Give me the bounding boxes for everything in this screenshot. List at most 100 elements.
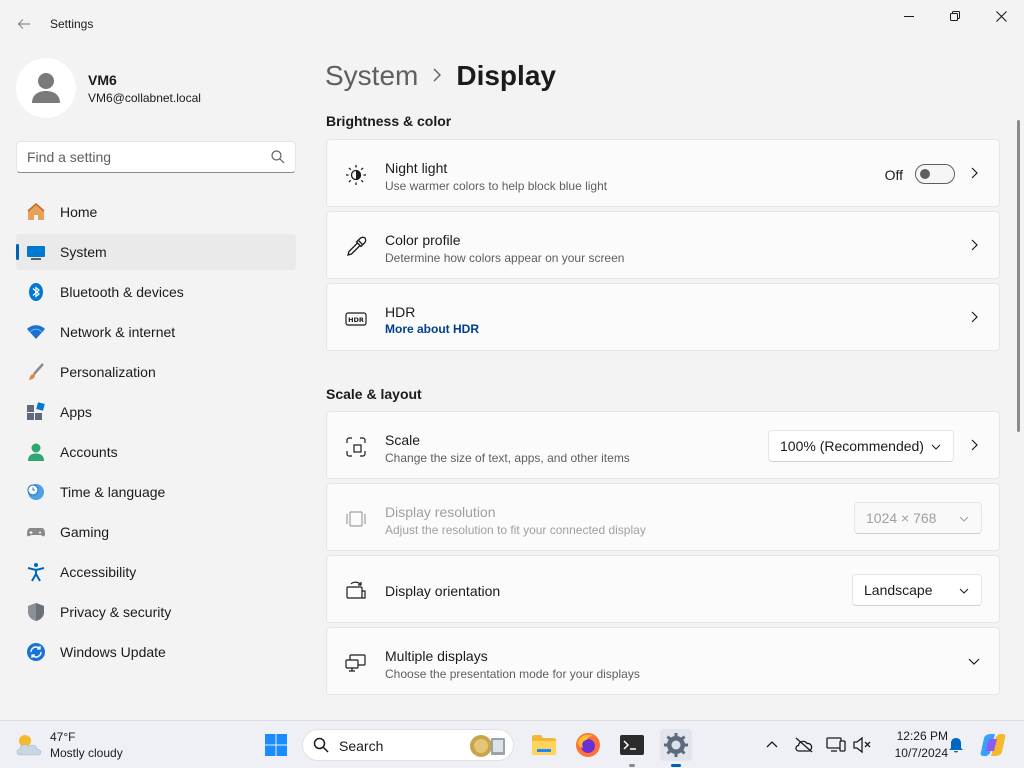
card-title: Scale — [385, 432, 421, 448]
find-setting-search[interactable] — [16, 141, 296, 173]
search-input[interactable] — [17, 142, 257, 172]
chevron-up-icon — [766, 741, 778, 748]
color-profile-card[interactable]: Color profile Determine how colors appea… — [326, 211, 1000, 279]
cloud-offline-icon — [795, 737, 813, 753]
weather-widget[interactable]: 47°F Mostly cloudy — [14, 729, 144, 761]
sidebar-item-personalization[interactable]: Personalization — [16, 354, 296, 390]
cloudy-weather-icon — [16, 735, 42, 756]
breadcrumb-chevron-icon — [432, 66, 442, 87]
firefox-button[interactable] — [572, 729, 604, 761]
clock[interactable]: 12:26 PM 10/7/2024 — [878, 728, 948, 762]
close-button[interactable] — [978, 0, 1024, 32]
search-icon[interactable] — [271, 150, 285, 164]
more-about-hdr-link[interactable]: More about HDR — [385, 322, 479, 336]
windows-logo-icon — [265, 734, 287, 756]
multiple-displays-icon — [345, 652, 367, 674]
sidebar-item-label: Windows Update — [60, 644, 166, 660]
person-icon — [32, 73, 60, 103]
brush-icon — [26, 362, 46, 382]
taskbar-search[interactable]: Search — [302, 729, 514, 761]
brightness-icon — [345, 164, 367, 186]
display-resolution-card: Display resolution Adjust the resolution… — [326, 483, 1000, 551]
sidebar-item-gaming[interactable]: Gaming — [16, 514, 296, 550]
card-title: Display orientation — [385, 583, 501, 599]
resolution-dropdown-value: 1024 × 768 — [866, 510, 937, 526]
card-description: Use warmer colors to help block blue lig… — [385, 179, 608, 193]
card-title: Display resolution — [385, 504, 496, 520]
breadcrumb-parent[interactable]: System — [325, 60, 418, 92]
orientation-dropdown[interactable]: Landscape — [852, 574, 982, 606]
restore-button[interactable] — [932, 0, 978, 32]
content-scrollbar[interactable] — [1017, 120, 1020, 432]
gamepad-icon — [26, 522, 46, 542]
sidebar-item-label: System — [60, 244, 107, 260]
sidebar-item-label: Accounts — [60, 444, 118, 460]
search-icon — [313, 737, 329, 753]
section-title-brightness: Brightness & color — [326, 113, 452, 129]
sidebar-item-label: Network & internet — [60, 324, 176, 340]
hdr-icon: HDR — [345, 308, 367, 330]
hdr-card[interactable]: HDR HDR More about HDR — [326, 283, 1000, 351]
chevron-down-icon[interactable] — [967, 654, 981, 668]
sidebar-item-home[interactable]: Home — [16, 194, 296, 230]
card-description: Adjust the resolution to fit your connec… — [385, 523, 646, 537]
user-profile[interactable]: VM6 VM6@collabnet.local — [16, 58, 296, 118]
shield-icon — [26, 602, 46, 622]
scale-dropdown[interactable]: 100% (Recommended) — [768, 430, 954, 462]
sidebar-item-bluetooth[interactable]: Bluetooth & devices — [16, 274, 296, 310]
card-title: HDR — [385, 304, 416, 320]
show-hidden-icons-button[interactable] — [760, 733, 784, 757]
close-icon — [995, 10, 1007, 22]
weather-description: Mostly cloudy — [50, 746, 123, 760]
notifications-button[interactable] — [944, 733, 968, 757]
account-icon — [26, 442, 46, 462]
sidebar-item-network[interactable]: Network & internet — [16, 314, 296, 350]
card-title: Night light — [385, 160, 448, 176]
night-light-toggle[interactable] — [915, 164, 955, 184]
sidebar-item-accessibility[interactable]: Accessibility — [16, 554, 296, 590]
chevron-down-icon — [959, 588, 969, 594]
settings-taskbar-button[interactable] — [660, 729, 692, 767]
sidebar-item-time-language[interactable]: Time & language — [16, 474, 296, 510]
minimize-icon — [904, 16, 914, 17]
multiple-displays-card[interactable]: Multiple displays Choose the presentatio… — [326, 627, 1000, 695]
chevron-right-icon — [971, 239, 978, 251]
sidebar-item-windows-update[interactable]: Windows Update — [16, 634, 296, 670]
clock-date: 10/7/2024 — [894, 746, 948, 760]
scale-card[interactable]: Scale Change the size of text, apps, and… — [326, 411, 1000, 479]
active-indicator — [671, 764, 681, 767]
terminal-icon — [620, 735, 644, 755]
file-explorer-button[interactable] — [528, 729, 560, 761]
bell-icon — [949, 738, 963, 753]
card-description: Determine how colors appear on your scre… — [385, 251, 625, 265]
network-tray-button[interactable] — [824, 733, 848, 757]
display-network-icon — [826, 737, 846, 752]
update-icon — [26, 642, 46, 662]
sidebar-item-accounts[interactable]: Accounts — [16, 434, 296, 470]
accessibility-icon — [26, 562, 46, 582]
eyedropper-icon — [345, 236, 367, 258]
sidebar-item-privacy[interactable]: Privacy & security — [16, 594, 296, 630]
night-light-card[interactable]: Night light Use warmer colors to help bl… — [326, 139, 1000, 207]
user-name: VM6 — [88, 72, 117, 88]
sidebar-item-apps[interactable]: Apps — [16, 394, 296, 430]
sidebar-nav: Home System Bluetooth & devices Network … — [16, 194, 296, 674]
chevron-down-icon — [931, 444, 941, 450]
orientation-icon — [345, 580, 367, 602]
card-description: Choose the presentation mode for your di… — [385, 667, 640, 681]
onedrive-tray-button[interactable] — [792, 733, 816, 757]
terminal-button[interactable] — [616, 729, 648, 767]
title-bar: Settings — [0, 0, 1024, 48]
volume-tray-button[interactable] — [850, 733, 874, 757]
app-title: Settings — [50, 17, 94, 31]
sidebar-item-system[interactable]: System — [16, 234, 296, 270]
card-title: Multiple displays — [385, 648, 488, 664]
minimize-button[interactable] — [886, 0, 932, 32]
start-button[interactable] — [260, 729, 292, 761]
sidebar-item-label: Home — [60, 204, 98, 220]
sidebar-item-label: Privacy & security — [60, 604, 172, 620]
system-icon — [26, 242, 46, 262]
clock-time: 12:26 PM — [896, 729, 948, 743]
back-button[interactable] — [10, 10, 38, 38]
copilot-button[interactable] — [978, 733, 1008, 757]
